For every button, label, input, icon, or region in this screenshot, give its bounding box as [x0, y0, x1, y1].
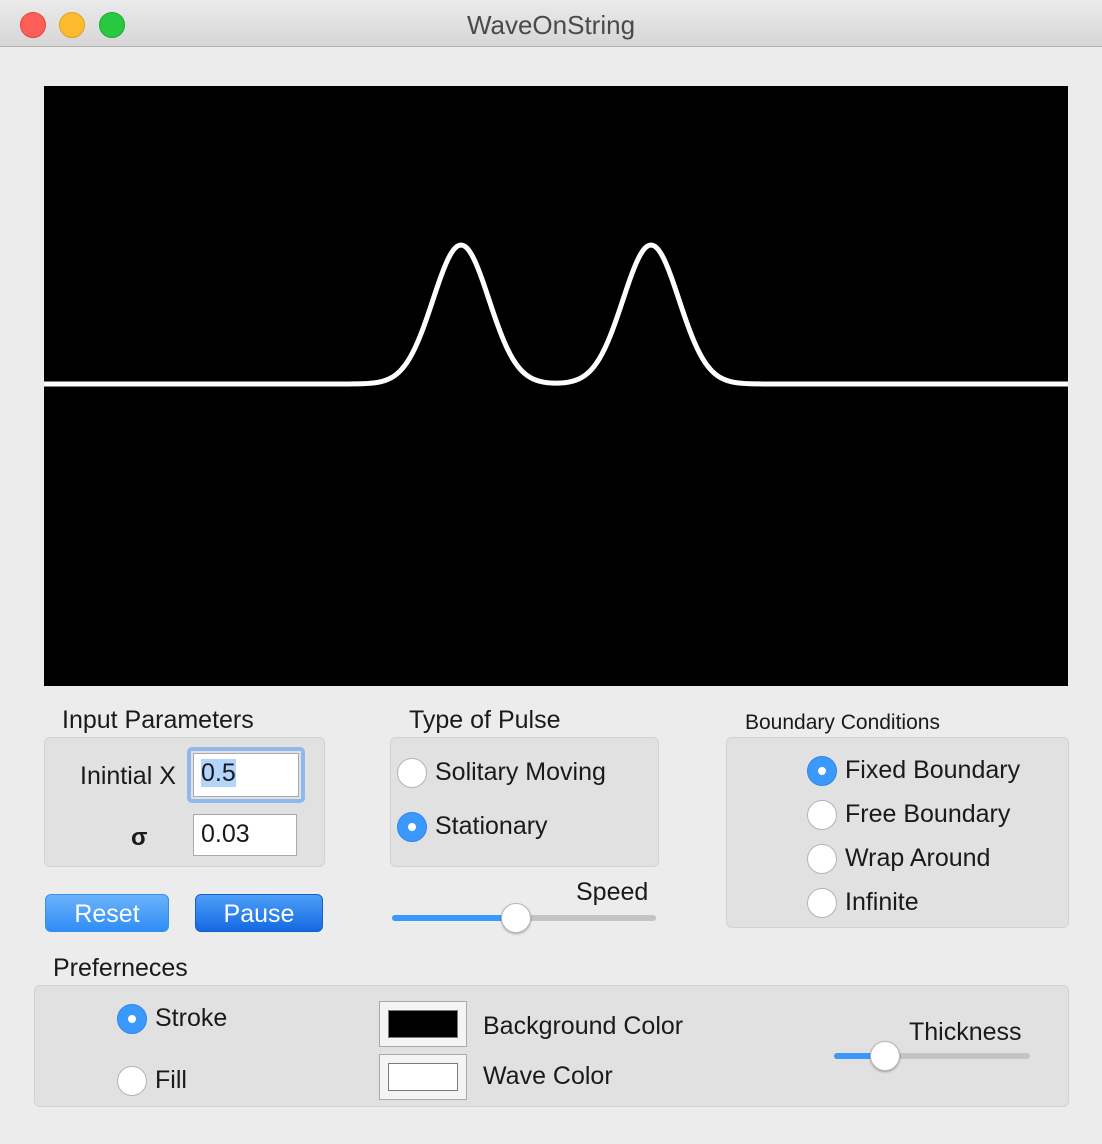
pause-button[interactable]: Pause — [195, 894, 323, 932]
input-parameters-group: Inintial X 0.5 σ 0.03 — [44, 737, 325, 867]
free-boundary-radio[interactable] — [807, 800, 837, 830]
window-title: WaveOnString — [466, 10, 636, 40]
speed-slider-fill — [392, 915, 517, 921]
free-boundary-label[interactable]: Free Boundary — [845, 800, 1010, 829]
sigma-value: 0.03 — [201, 820, 250, 848]
pulse-type-group: Solitary Moving Stationary — [390, 737, 659, 867]
stroke-radio[interactable] — [117, 1004, 147, 1034]
infinite-radio[interactable] — [807, 888, 837, 918]
wrap-around-radio[interactable] — [807, 844, 837, 874]
initial-x-field[interactable]: 0.5 — [193, 753, 299, 797]
preferences-group: Stroke Fill Background Color Wave Color … — [34, 985, 1069, 1107]
boundary-conditions-group: Fixed Boundary Free Boundary Wrap Around… — [726, 737, 1069, 928]
thickness-label: Thickness — [909, 1018, 1022, 1046]
speed-label: Speed — [576, 878, 649, 906]
preferences-title: Preferneces — [53, 954, 188, 982]
sigma-label: σ — [131, 824, 148, 851]
background-color-swatch — [388, 1010, 458, 1038]
solitary-moving-label[interactable]: Solitary Moving — [435, 758, 606, 787]
wave-string — [44, 242, 1068, 387]
stroke-label[interactable]: Stroke — [155, 1004, 227, 1033]
initial-x-label: Inintial X — [80, 762, 176, 790]
thickness-slider-knob[interactable] — [869, 1041, 900, 1071]
wave-color-label: Wave Color — [483, 1062, 613, 1090]
wave-color-well[interactable] — [379, 1054, 467, 1100]
initial-x-value: 0.5 — [201, 759, 236, 787]
background-color-label: Background Color — [483, 1012, 684, 1040]
wave-canvas — [44, 86, 1068, 686]
boundary-conditions-title: Boundary Conditions — [745, 711, 940, 734]
wrap-around-label[interactable]: Wrap Around — [845, 844, 990, 873]
input-parameters-title: Input Parameters — [62, 706, 254, 734]
title-bar: WaveOnString — [0, 0, 1102, 47]
pulse-type-title: Type of Pulse — [409, 706, 561, 734]
sigma-field[interactable]: 0.03 — [193, 814, 297, 856]
fixed-boundary-label[interactable]: Fixed Boundary — [845, 756, 1020, 785]
wave-color-swatch — [388, 1063, 458, 1091]
solitary-moving-radio[interactable] — [397, 758, 427, 788]
infinite-label[interactable]: Infinite — [845, 888, 919, 917]
fixed-boundary-radio[interactable] — [807, 756, 837, 786]
fill-label[interactable]: Fill — [155, 1066, 187, 1095]
fill-radio[interactable] — [117, 1066, 147, 1096]
reset-button[interactable]: Reset — [45, 894, 169, 932]
speed-slider-knob[interactable] — [501, 903, 532, 933]
stationary-label[interactable]: Stationary — [435, 812, 548, 841]
stationary-radio[interactable] — [397, 812, 427, 842]
background-color-well[interactable] — [379, 1001, 467, 1047]
thickness-slider[interactable] — [834, 1053, 1030, 1059]
